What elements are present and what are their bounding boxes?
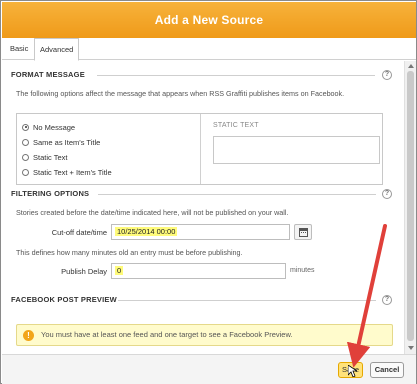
scroll-down-arrow-icon[interactable] [408,346,414,350]
help-icon[interactable]: ? [382,70,392,80]
warning-text: You must have at least one feed and one … [41,330,293,339]
radio-no-message[interactable]: No Message [22,121,75,133]
help-icon[interactable]: ? [382,189,392,199]
dialog-title: Add a New Source [2,2,416,38]
filtering-options-header: FILTERING OPTIONS [11,189,90,198]
radio-button[interactable] [22,138,29,146]
radio-label: Same as Item's Title [33,137,101,147]
calendar-icon [299,228,308,237]
radio-button[interactable] [22,153,29,161]
delay-description: This defines how many minutes old an ent… [16,248,243,257]
cutoff-description: Stories created before the date/time ind… [16,208,289,217]
radio-label: Static Text [33,152,68,162]
radio-button[interactable] [22,168,29,176]
radio-button[interactable] [22,123,29,131]
calendar-button[interactable] [294,224,312,240]
static-text-field[interactable] [213,136,380,164]
scroll-thumb[interactable] [407,71,414,341]
cancel-button[interactable]: Cancel [370,362,404,378]
format-message-header: FORMAT MESSAGE [11,70,85,79]
section-divider [98,194,376,195]
section-divider [118,300,376,301]
scroll-up-arrow-icon[interactable] [408,64,414,68]
preview-warning: ! You must have at least one feed and on… [16,324,393,346]
tab-basic[interactable]: Basic [4,38,34,60]
message-options-box: No Message Same as Item's Title Static T… [16,113,383,185]
publish-delay-label: Publish Delay [61,267,107,276]
radio-static-text-and-title[interactable]: Static Text + Item's Title [22,166,112,178]
section-divider [97,75,375,76]
static-text-label: STATIC TEXT [213,122,259,129]
radio-same-as-title[interactable]: Same as Item's Title [22,136,100,148]
publish-delay-value: 0 [115,266,124,275]
cutoff-label: Cut-off date/time [51,228,107,237]
help-icon[interactable]: ? [382,295,392,305]
radio-label: No Message [33,122,76,132]
tab-bar: Basic Advanced [2,38,416,61]
radio-static-text[interactable]: Static Text [22,151,67,163]
radio-label: Static Text + Item's Title [33,167,112,177]
warning-icon: ! [23,330,34,341]
format-message-description: The following options affect the message… [16,89,345,98]
tab-advanced[interactable]: Advanced [34,38,80,61]
minutes-unit: minutes [290,267,315,274]
cutoff-date-value: 10/25/2014 00:00 [115,227,178,236]
cutoff-date-input[interactable]: 10/25/2014 00:00 [111,224,290,240]
publish-delay-input[interactable]: 0 [111,263,286,279]
options-divider [200,114,201,184]
facebook-preview-header: FACEBOOK POST PREVIEW [11,295,117,304]
mouse-cursor-icon [348,365,357,377]
dialog-content: FORMAT MESSAGE ? The following options a… [2,61,404,354]
vertical-scrollbar[interactable] [404,61,416,354]
dialog-window: Add a New Source Basic Advanced FORMAT M… [0,0,417,384]
